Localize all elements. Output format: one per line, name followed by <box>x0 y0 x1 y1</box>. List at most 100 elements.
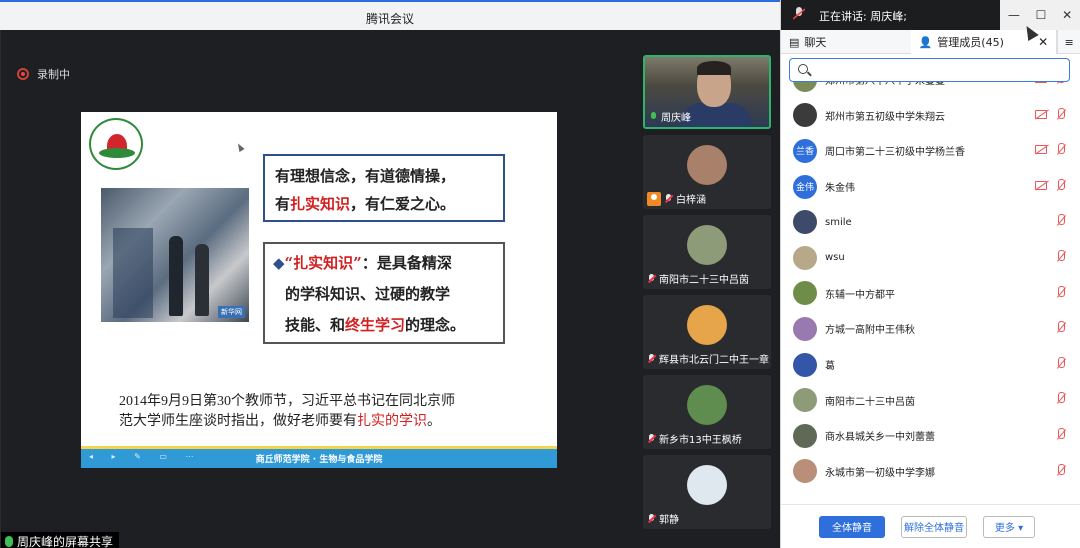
member-name: 郑州市第八十八中学朱蔓蔓 <box>825 82 945 87</box>
mic-muted-icon[interactable] <box>1055 82 1067 86</box>
mic-muted-icon[interactable] <box>1055 249 1067 264</box>
member-name: 商水县城关乡一中刘蕾蕾 <box>825 432 935 444</box>
avatar <box>687 225 727 265</box>
definition-line-3: 技能、和终生学习的理念。 <box>285 316 466 334</box>
member-name: 方城一高附中王伟秋 <box>825 325 915 337</box>
title-bar: 腾讯会议 <box>0 0 780 30</box>
member-row[interactable]: 方城一高附中王伟秋 <box>781 311 1080 347</box>
member-search-input[interactable] <box>789 58 1070 82</box>
video-tile[interactable]: 白梓涵 <box>643 135 771 209</box>
definition-line-1: ◆“扎实知识”：是具备精深 <box>273 254 452 272</box>
member-name: 葛 <box>825 361 835 373</box>
video-column: 周庆峰 白梓涵 南阳市二十三中吕茵 辉县市北云门二中王一章 新乡市13中王枫桥 … <box>636 30 780 548</box>
more-button[interactable]: 更多 ▾ <box>983 515 1035 538</box>
avatar <box>793 352 817 377</box>
avatar <box>687 145 727 185</box>
avatar <box>793 210 817 235</box>
record-icon <box>17 68 29 80</box>
avatar <box>793 316 817 341</box>
speaking-mic-icon <box>793 7 805 20</box>
member-name: 郑州市第五初级中学朱翔云 <box>825 111 945 123</box>
member-row[interactable]: 东辅一中方都平 <box>781 276 1080 312</box>
video-tile[interactable]: 辉县市北云门二中王一章 <box>643 295 771 369</box>
mic-muted-icon[interactable] <box>1055 107 1067 122</box>
avatar <box>793 245 817 270</box>
share-stage: 录制中 新华网 有理想信念，有道德情操， 有扎实知识，有仁爱之心。 ◆“扎实知识… <box>0 30 636 548</box>
member-name: 永城市第一初级中学李娜 <box>825 467 935 479</box>
panel-menu-button[interactable]: ≡ <box>1057 30 1080 54</box>
mic-on-icon <box>649 111 658 122</box>
definition-box: ◆“扎实知识”：是具备精深 的学科知识、过硬的教学 技能、和终生学习的理念。 <box>263 242 505 344</box>
mic-on-icon <box>5 535 13 547</box>
avatar <box>793 423 817 448</box>
member-row[interactable]: 郑州市第五初级中学朱翔云 <box>781 98 1080 134</box>
member-row[interactable]: smile <box>781 204 1080 240</box>
window-title: 腾讯会议 <box>365 12 414 26</box>
window-controls: — ☐ ✕ <box>1000 0 1080 30</box>
chat-icon: ▤ <box>789 35 800 49</box>
avatar <box>687 385 727 425</box>
slide-paragraph: 2014年9月9日第30个教师节，习近平总书记在同北京师 范大学师生座谈时指出，… <box>119 394 455 429</box>
member-row[interactable]: 葛 <box>781 347 1080 383</box>
close-tab-icon[interactable]: ✕ <box>1038 35 1048 49</box>
mute-all-button[interactable]: 全体静音 <box>819 515 885 538</box>
avatar <box>793 281 817 306</box>
camera-off-icon[interactable] <box>1035 180 1047 190</box>
mic-muted-icon <box>647 433 656 444</box>
mic-muted-icon[interactable] <box>1055 427 1067 442</box>
mic-muted-icon[interactable] <box>1055 285 1067 300</box>
college-logo <box>89 118 143 170</box>
slide-photo: 新华网 <box>101 188 249 322</box>
member-row[interactable]: 南阳市二十三中吕茵 <box>781 382 1080 418</box>
panel-actions: 全体静音 解除全体静音 更多 ▾ <box>781 504 1080 548</box>
tab-chat[interactable]: ▤ 聊天 <box>781 30 911 54</box>
minimize-button[interactable]: — <box>1008 8 1020 22</box>
avatar <box>687 305 727 345</box>
member-name: 南阳市二十三中吕茵 <box>825 396 915 408</box>
mic-muted-icon[interactable] <box>1055 178 1067 193</box>
video-tile[interactable]: 郭静 <box>643 455 771 529</box>
mic-muted-icon <box>647 513 656 524</box>
speaker-bar: 正在讲话: 周庆峰; — ☐ ✕ <box>781 0 1080 30</box>
video-tile[interactable]: 南阳市二十三中吕茵 <box>643 215 771 289</box>
shared-slide: 新华网 有理想信念，有道德情操， 有扎实知识，有仁爱之心。 ◆“扎实知识”：是具… <box>81 112 557 468</box>
camera-off-icon[interactable] <box>1035 145 1047 155</box>
mic-muted-icon[interactable] <box>1055 463 1067 478</box>
avatar <box>793 103 817 128</box>
mic-muted-icon[interactable] <box>1055 143 1067 157</box>
host-icon <box>647 191 661 206</box>
avatar <box>687 465 727 505</box>
avatar <box>793 82 817 92</box>
avatar <box>793 388 817 413</box>
member-name: 朱金伟 <box>825 183 855 195</box>
mic-muted-icon[interactable] <box>1055 356 1067 371</box>
video-tile[interactable]: 新乡市13中王枫桥 <box>643 375 771 449</box>
mic-muted-icon <box>647 353 656 364</box>
close-window-button[interactable]: ✕ <box>1062 8 1072 22</box>
video-tile[interactable]: 周庆峰 <box>643 55 771 129</box>
camera-off-icon[interactable] <box>1035 109 1047 119</box>
members-panel: 正在讲话: 周庆峰; — ☐ ✕ ▤ 聊天 👤 管理成员(45) ✕ ≡ 郑州市… <box>780 0 1080 548</box>
recording-indicator[interactable]: 录制中 <box>17 66 70 82</box>
mic-muted-icon[interactable] <box>1055 214 1067 228</box>
mic-muted-icon[interactable] <box>1055 392 1067 406</box>
member-row[interactable]: wsu <box>781 240 1080 276</box>
member-row[interactable]: 兰香 周口市第二十三初级中学杨兰香 <box>781 133 1080 169</box>
avatar: 金伟 <box>793 174 817 199</box>
speaking-text: 正在讲话: 周庆峰; <box>819 10 907 23</box>
quote-box: 有理想信念，有道德情操， 有扎实知识，有仁爱之心。 <box>263 154 505 222</box>
slide-footer-text: 商丘师范学院 · 生物与食品学院 <box>255 455 383 465</box>
member-row[interactable]: 金伟 朱金伟 <box>781 169 1080 205</box>
screen-share-label: 周庆峰的屏幕共享 <box>1 532 120 548</box>
mic-muted-icon <box>664 193 673 204</box>
maximize-button[interactable]: ☐ <box>1036 8 1047 22</box>
avatar <box>793 459 817 484</box>
member-row[interactable]: 郑州市第八十八中学朱蔓蔓 <box>781 82 1080 98</box>
mic-muted-icon[interactable] <box>1055 321 1067 335</box>
mic-muted-icon <box>647 273 656 284</box>
member-name: wsu <box>825 252 845 264</box>
camera-off-icon[interactable] <box>1035 82 1047 83</box>
unmute-all-button[interactable]: 解除全体静音 <box>901 515 967 538</box>
member-row[interactable]: 永城市第一初级中学李娜 <box>781 454 1080 490</box>
member-row[interactable]: 商水县城关乡一中刘蕾蕾 <box>781 418 1080 454</box>
